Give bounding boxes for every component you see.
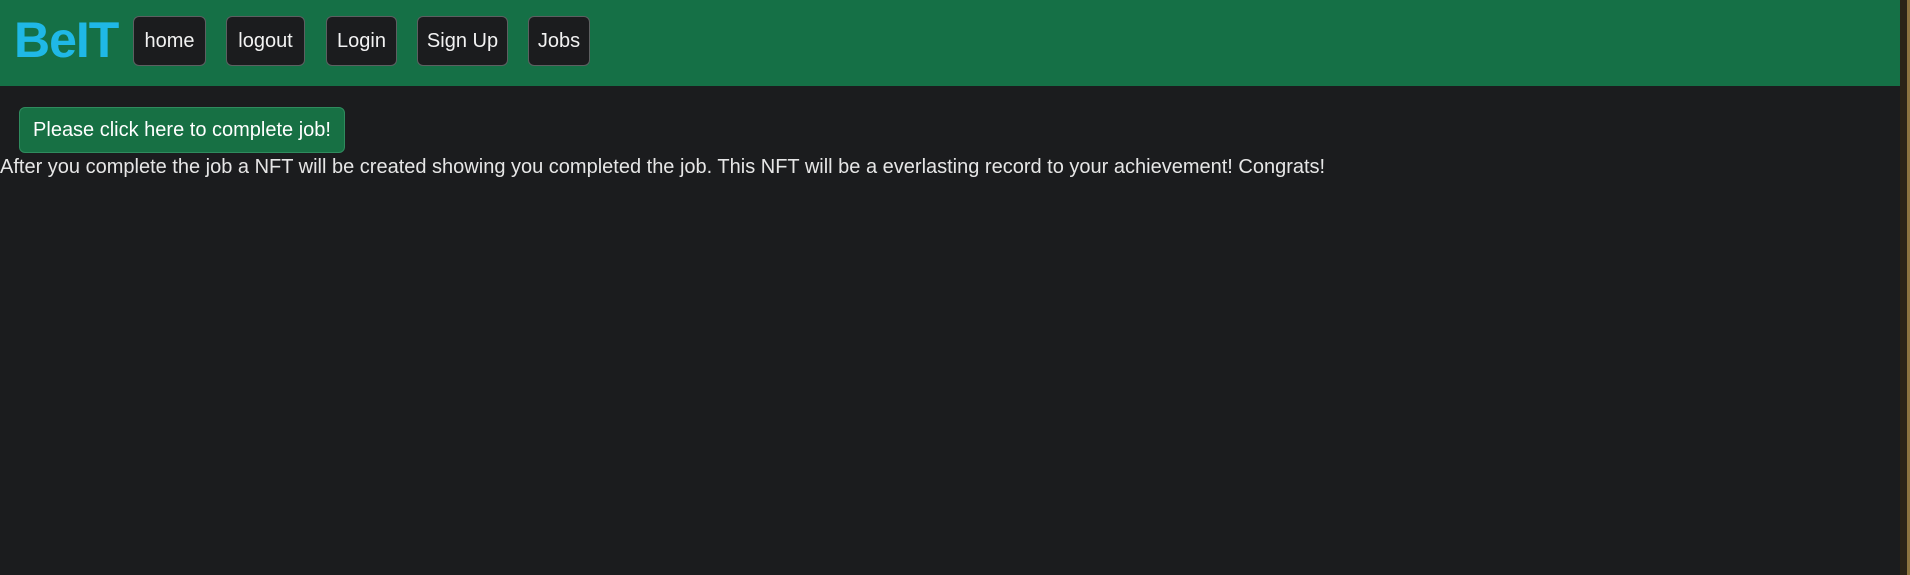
complete-job-button[interactable]: Please click here to complete job! [19,107,345,153]
nav-home-button[interactable]: home [133,16,206,66]
nft-info-text: After you complete the job a NFT will be… [0,156,1326,178]
nav-login-button[interactable]: Login [326,16,397,66]
nav-signup-button[interactable]: Sign Up [417,16,508,66]
nav-jobs-button[interactable]: Jobs [528,16,590,66]
brand-logo[interactable]: BeIT [14,12,119,68]
nav-logout-button[interactable]: logout [226,16,305,66]
top-navbar: BeIT home logout Login Sign Up Jobs [0,0,1900,86]
app-viewport: BeIT home logout Login Sign Up Jobs Plea… [0,0,1910,575]
